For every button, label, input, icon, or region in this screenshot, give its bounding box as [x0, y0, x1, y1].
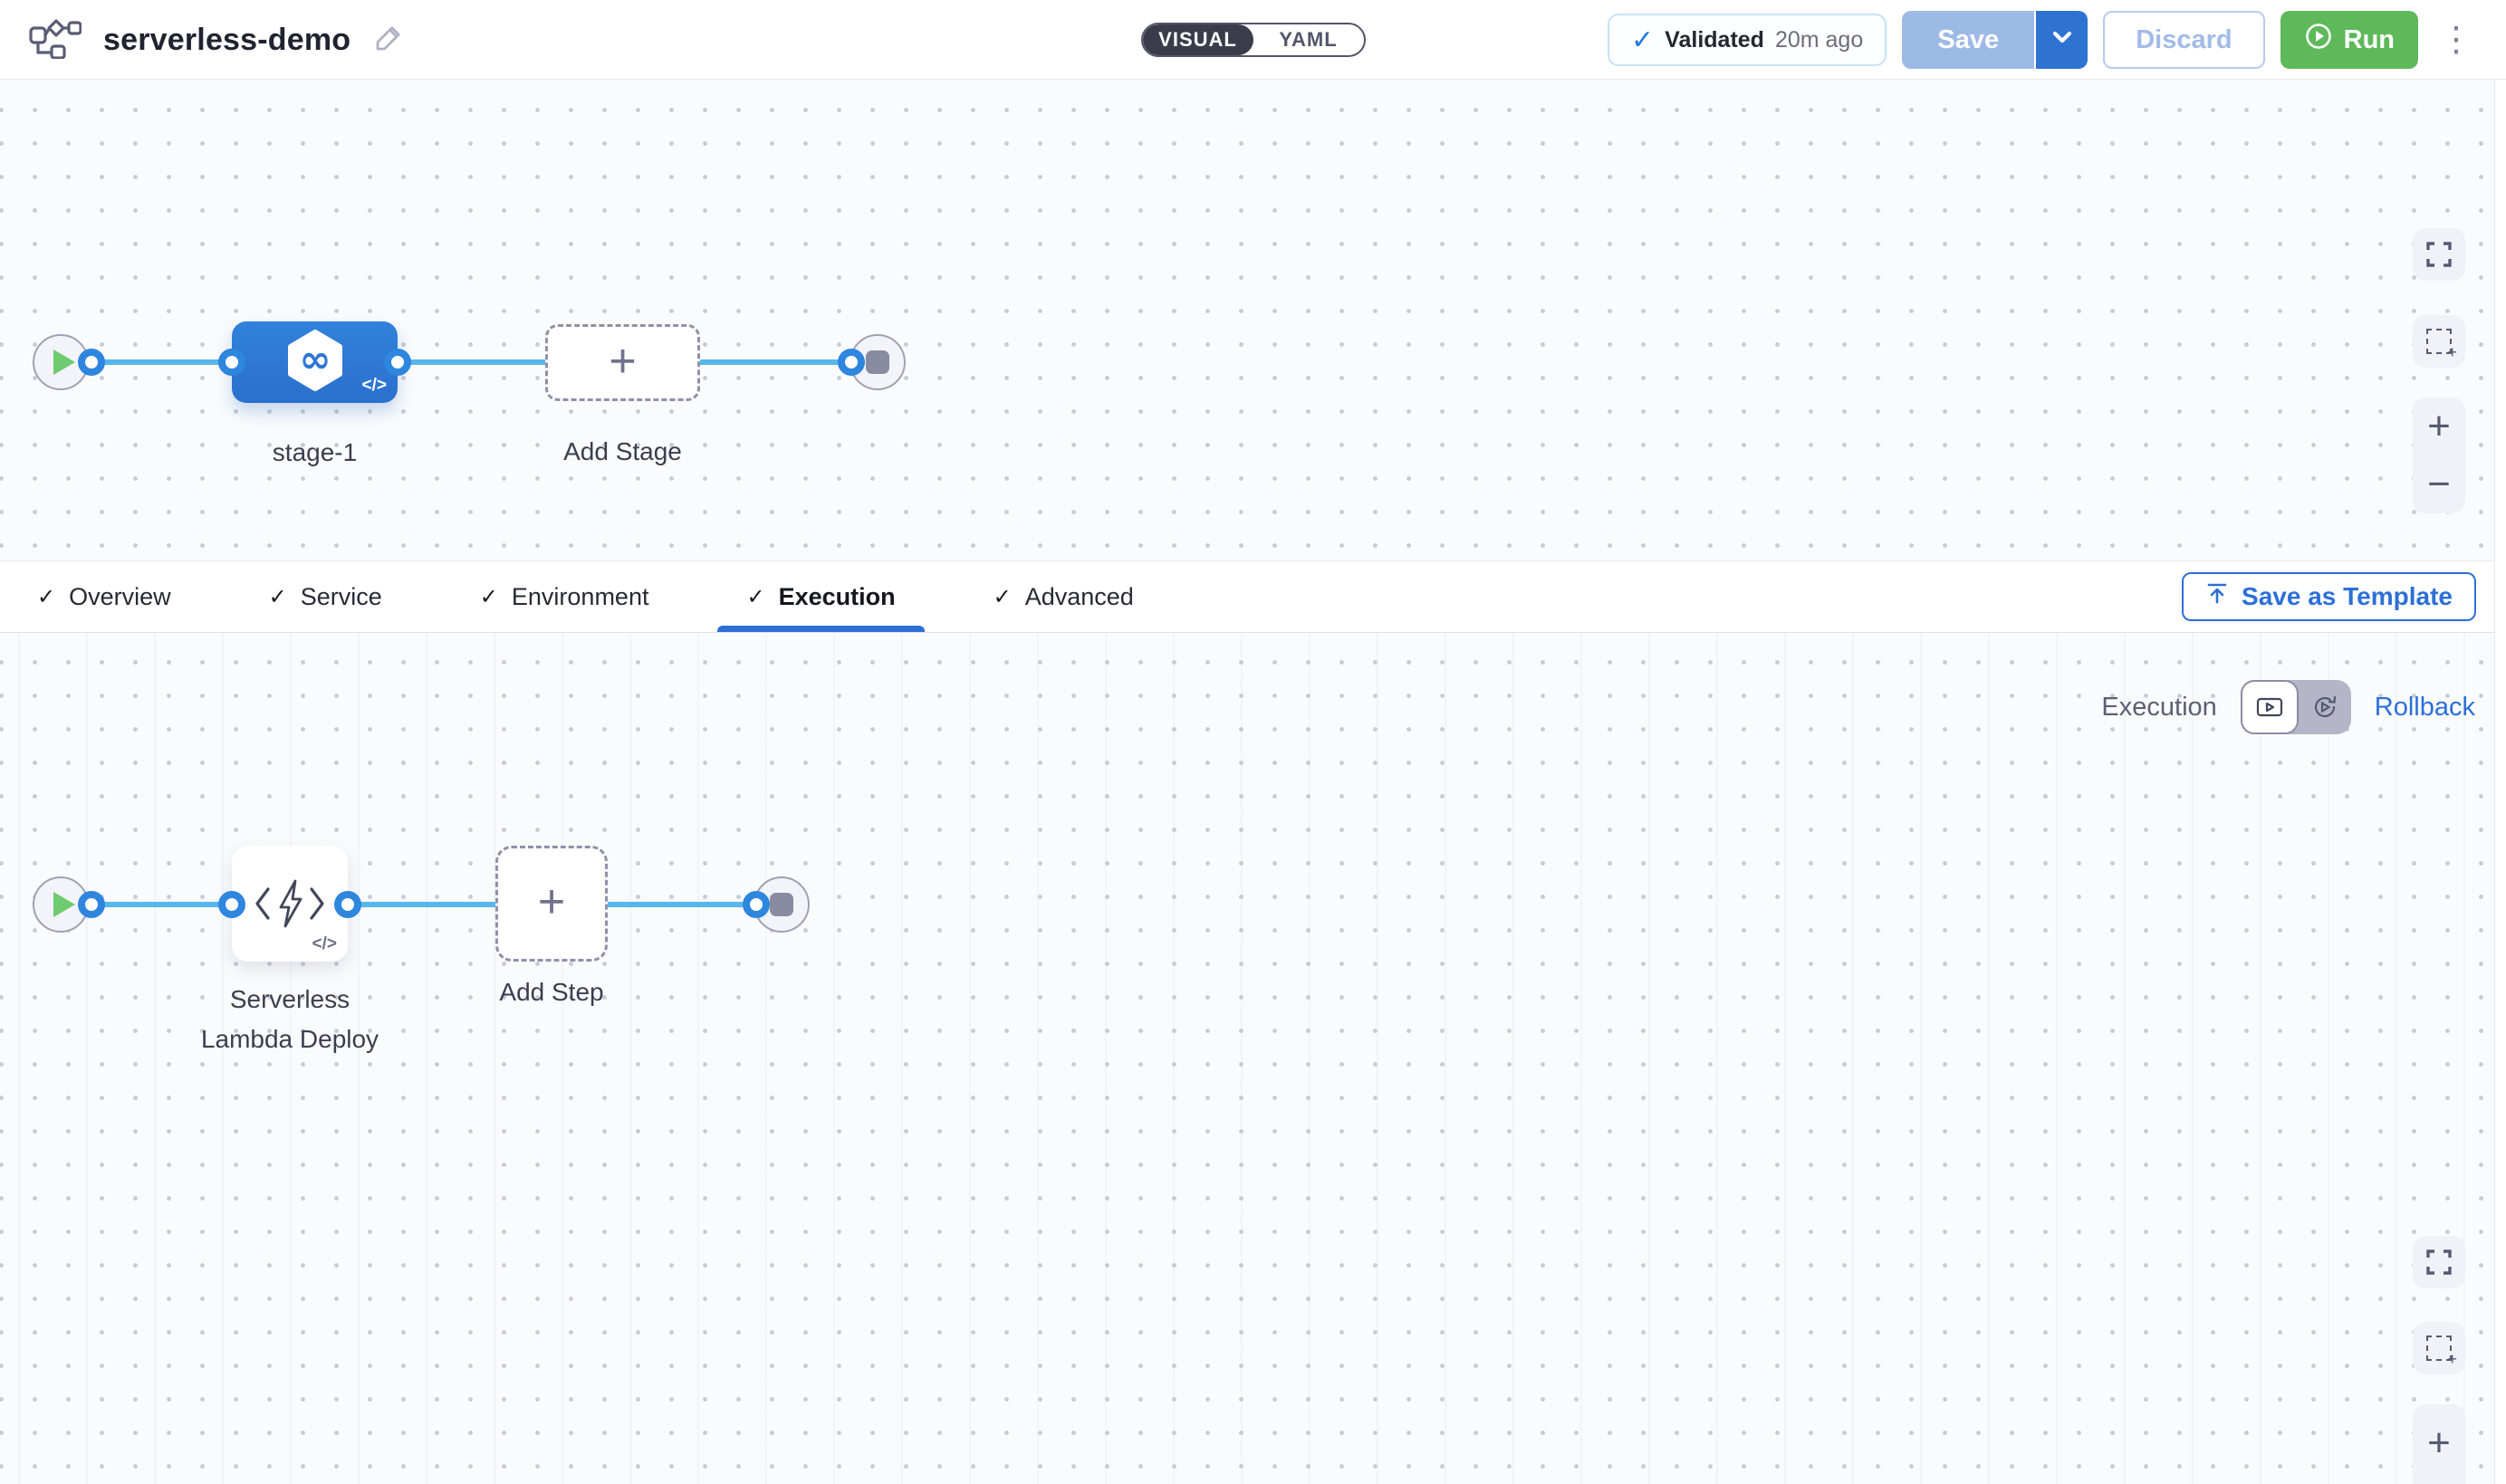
tab-label: Service: [301, 583, 382, 611]
validated-badge[interactable]: ✓ Validated 20m ago: [1608, 14, 1887, 66]
start-play-icon: [53, 892, 75, 917]
add-stage-button[interactable]: +: [545, 324, 700, 401]
save-dropdown-button[interactable]: [2036, 11, 2088, 69]
edit-pencil-icon[interactable]: [372, 22, 405, 59]
stage-connector-line: [61, 359, 878, 365]
connector-port: [218, 891, 245, 918]
marquee-select-button[interactable]: [2413, 315, 2465, 368]
save-as-template-label: Save as Template: [2242, 582, 2453, 611]
add-stage-label: Add Stage: [545, 437, 700, 466]
lambda-bolt-icon: [274, 879, 305, 928]
save-button[interactable]: Save: [1902, 11, 2034, 69]
tab-advanced[interactable]: ✓ Advanced: [992, 561, 1136, 632]
serverless-hexagon-icon: ∞: [286, 329, 344, 397]
fullscreen-button[interactable]: [2413, 228, 2465, 281]
scrollbar-gutter[interactable]: [2494, 80, 2506, 1484]
connector-port: [78, 891, 105, 918]
kebab-menu-icon[interactable]: ⋮: [2434, 23, 2479, 57]
visual-yaml-toggle: VISUAL YAML: [1141, 23, 1366, 57]
connector-port: [218, 349, 245, 376]
validated-label: Validated: [1665, 27, 1764, 53]
execution-mode-row: Execution Rollback: [2101, 680, 2475, 734]
zoom-in-button[interactable]: +: [2427, 1423, 2451, 1463]
execution-mode-label: Execution: [2101, 693, 2216, 723]
connector-port: [838, 349, 865, 376]
zoom-in-button[interactable]: +: [2427, 407, 2451, 446]
connector-port: [334, 891, 361, 918]
chevron-down-icon: [2052, 31, 2072, 49]
step-label: Serverless Lambda Deploy: [178, 980, 402, 1059]
marquee-icon: [2426, 1336, 2452, 1361]
connector-port: [78, 349, 105, 376]
tab-label: Advanced: [1025, 583, 1134, 611]
check-icon: ✓: [37, 584, 55, 610]
tabs: ✓ Overview ✓ Service ✓ Environment ✓ Exe…: [35, 561, 1136, 632]
tab-service[interactable]: ✓ Service: [267, 561, 384, 632]
stage-node-stage-1[interactable]: ∞ </>: [232, 321, 398, 403]
top-toolbar: serverless-demo VISUAL YAML ✓ Validated …: [0, 0, 2506, 80]
execution-rollback-toggle: [2241, 680, 2351, 734]
step-connector-line: [61, 902, 782, 907]
pipeline-graph-icon: [29, 17, 82, 63]
connector-port: [384, 349, 411, 376]
pipeline-tabbar: ✓ Overview ✓ Service ✓ Environment ✓ Exe…: [0, 560, 2506, 633]
zoom-control: + −: [2413, 397, 2465, 513]
tab-label: Overview: [69, 583, 171, 611]
step-code-icon[interactable]: </>: [312, 934, 337, 954]
stage-canvas[interactable]: ∞ </> + stage-1 Add Stage + −: [0, 81, 2506, 560]
toggle-yaml[interactable]: YAML: [1253, 24, 1364, 55]
discard-button[interactable]: Discard: [2103, 11, 2264, 69]
save-as-template-button[interactable]: Save as Template: [2182, 572, 2476, 621]
fullscreen-button[interactable]: [2413, 1236, 2465, 1288]
validated-check-icon: ✓: [1631, 24, 1654, 56]
connector-port: [743, 891, 770, 918]
start-play-icon: [53, 349, 75, 375]
check-icon: ✓: [994, 584, 1012, 610]
upload-icon: [2205, 582, 2229, 612]
marquee-select-button[interactable]: [2413, 1322, 2465, 1374]
stage-code-icon[interactable]: </>: [362, 376, 387, 396]
toggle-visual[interactable]: VISUAL: [1143, 24, 1253, 55]
execution-canvas[interactable]: Execution Rollback </> +: [0, 633, 2506, 1484]
rollback-view-button[interactable]: [2299, 680, 2351, 734]
svg-text:∞: ∞: [299, 337, 331, 381]
run-button[interactable]: Run: [2280, 11, 2418, 69]
marquee-icon: [2426, 329, 2452, 354]
execution-view-button[interactable]: [2241, 680, 2299, 734]
check-icon: ✓: [269, 584, 287, 610]
rollback-link[interactable]: Rollback: [2375, 693, 2475, 723]
add-step-button[interactable]: +: [495, 846, 608, 962]
tab-label: Execution: [779, 583, 896, 611]
tab-environment[interactable]: ✓ Environment: [478, 561, 651, 632]
tab-label: Environment: [512, 583, 649, 611]
stage-label: stage-1: [223, 438, 407, 467]
tab-execution[interactable]: ✓ Execution: [744, 561, 897, 632]
zoom-control: + −: [2413, 1404, 2465, 1484]
stop-square-icon: [866, 350, 889, 374]
zoom-out-button[interactable]: −: [2427, 464, 2451, 504]
stop-square-icon: [770, 893, 793, 916]
run-play-icon: [2304, 22, 2333, 58]
page-title: serverless-demo: [103, 23, 350, 58]
check-icon: ✓: [480, 584, 498, 610]
step-label-line1: Serverless: [178, 980, 402, 1020]
angle-left-icon: [255, 886, 270, 922]
validated-time: 20m ago: [1775, 27, 1863, 53]
check-icon: ✓: [746, 584, 764, 610]
step-node-serverless-lambda-deploy[interactable]: </>: [232, 846, 348, 962]
add-step-label: Add Step: [477, 978, 626, 1007]
tab-overview[interactable]: ✓ Overview: [35, 561, 173, 632]
run-label: Run: [2344, 25, 2395, 55]
angle-right-icon: [310, 886, 324, 922]
save-split-button: Save: [1902, 11, 2088, 69]
step-label-line2: Lambda Deploy: [178, 1020, 402, 1059]
